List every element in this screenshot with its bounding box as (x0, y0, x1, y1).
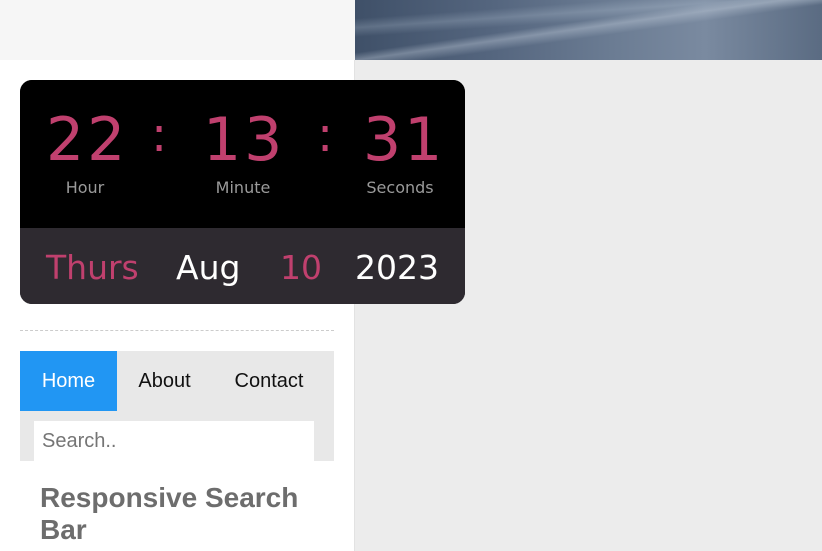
digital-clock-widget: 22 : 13 : 31 Hour Minute Seconds Thurs A… (20, 80, 465, 304)
clock-date: 10 (280, 248, 322, 287)
clock-hour-label: Hour (65, 178, 105, 197)
clock-separator: : (151, 107, 168, 163)
search-input[interactable] (34, 421, 314, 461)
topnav: Home About Contact (20, 351, 334, 461)
header-banner-image (355, 0, 822, 60)
section-divider (20, 330, 334, 331)
clock-month: Aug (176, 248, 241, 287)
clock-seconds-value: 31 (363, 105, 446, 175)
clock-minute-value: 13 (203, 105, 286, 175)
clock-time-section: 22 : 13 : 31 Hour Minute Seconds (20, 80, 465, 228)
nav-home-link[interactable]: Home (20, 351, 117, 411)
clock-year: 2023 (355, 248, 439, 287)
top-left-blank (0, 0, 355, 60)
clock-separator: : (317, 107, 334, 163)
nav-about-link[interactable]: About (117, 351, 212, 411)
page-heading: Responsive Search Bar (40, 482, 299, 545)
clock-seconds-label: Seconds (366, 178, 434, 197)
clock-day: Thurs (46, 248, 139, 287)
clock-date-section: Thurs Aug 10 2023 (20, 228, 465, 304)
clock-hour-value: 22 (46, 105, 129, 175)
nav-contact-link[interactable]: Contact (212, 351, 326, 411)
clock-minute-label: Minute (215, 178, 271, 197)
